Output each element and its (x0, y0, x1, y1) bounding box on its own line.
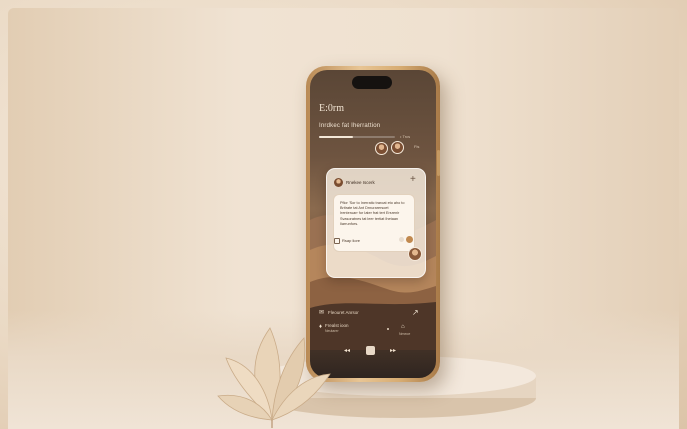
home-label: Nmeoe (399, 332, 411, 336)
progress-label: • Trcs (400, 134, 411, 139)
toggle-off-dot[interactable] (399, 237, 404, 242)
avatar[interactable] (408, 247, 422, 261)
avatar (334, 178, 343, 187)
card-title: Rnekee Iscerk (346, 180, 375, 185)
message-card[interactable]: Rnekee Iscerk + Pflor 'Sor to Inerratic … (326, 168, 426, 278)
rewind-icon[interactable]: ◂◂ (344, 348, 350, 354)
indicator-dot (387, 328, 389, 330)
share-icon[interactable]: ↗ (412, 308, 419, 317)
pause-button[interactable] (366, 346, 375, 355)
card-message-body: Pflor 'Sor to Inerratic traroat eto aho … (333, 194, 415, 252)
progress-bar (319, 136, 395, 138)
decorative-leaves (217, 327, 331, 428)
plus-icon[interactable]: + (410, 175, 416, 185)
phone-side-button (437, 150, 440, 176)
toggle-on-dot[interactable] (406, 236, 413, 243)
avatar[interactable] (391, 141, 404, 154)
status-label: Fis (414, 144, 420, 149)
card-action-label[interactable]: Rsap liore (342, 238, 360, 243)
message-text: Pflor 'Sor to Inerratic traroat eto aho … (340, 201, 405, 226)
attachment-icon[interactable] (334, 238, 340, 244)
home-icon[interactable]: ⌂ (401, 324, 405, 330)
fast-forward-icon[interactable]: ▸▸ (390, 348, 396, 354)
progress-bar-fill (319, 136, 354, 138)
camera-notch (352, 76, 392, 89)
product-scene: E:0rm Inrdkec fat Iherrattion • Trcs Fis… (0, 0, 687, 429)
screen-headline: Inrdkec fat Iherrattion (319, 123, 381, 129)
avatar[interactable] (375, 142, 388, 155)
clock-time: E:0rm (319, 103, 344, 114)
